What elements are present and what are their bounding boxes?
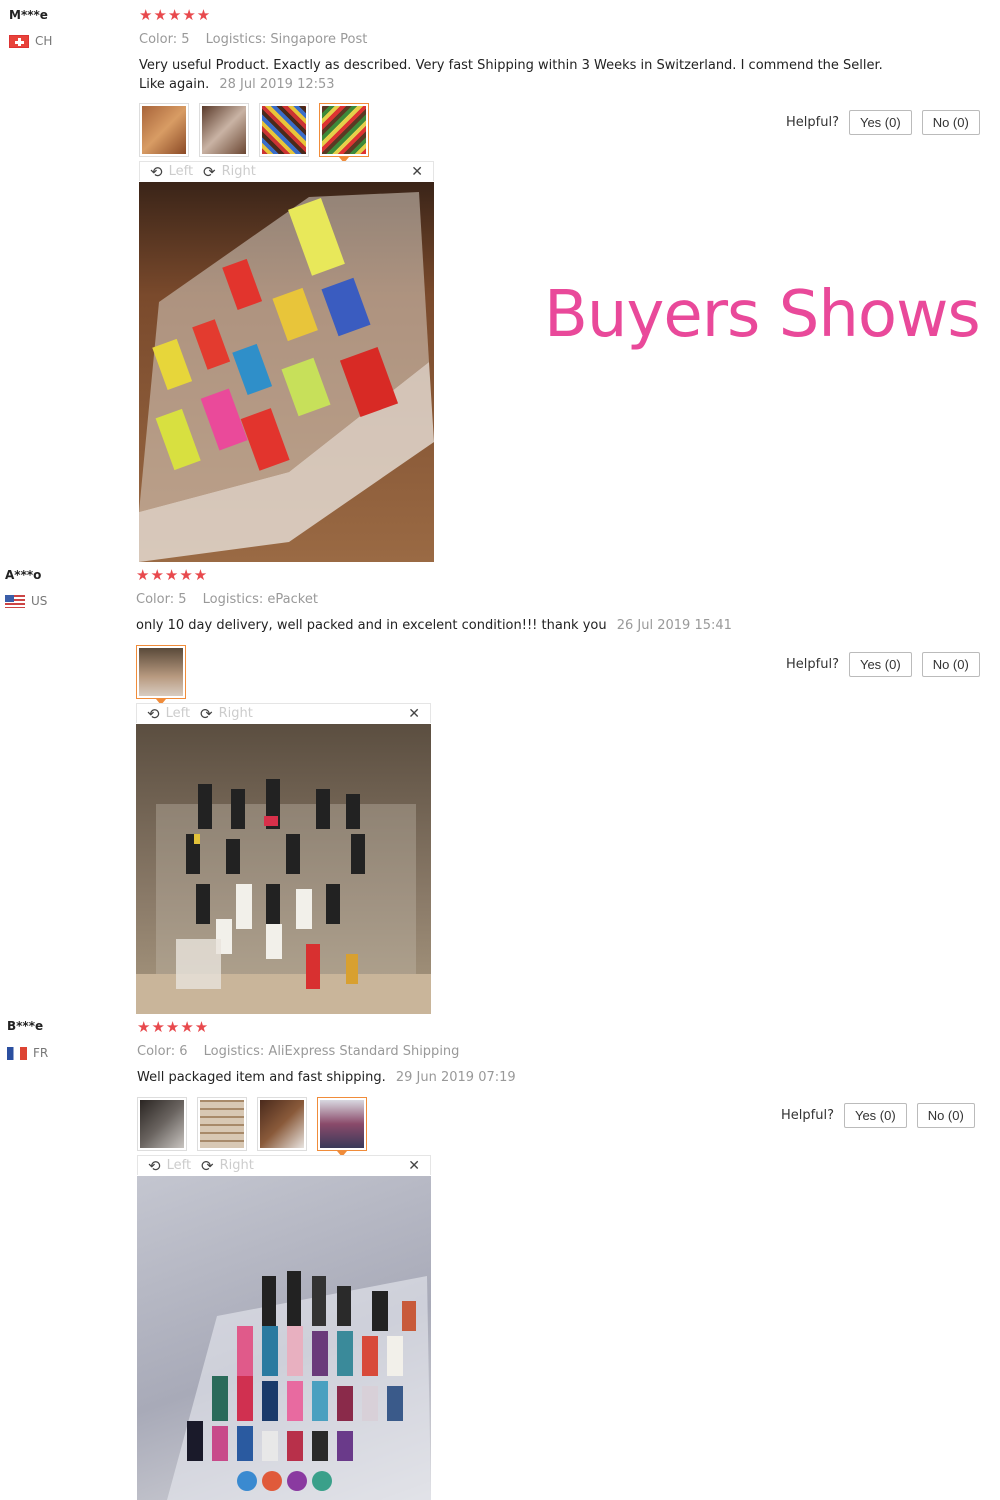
logistics-value: Singapore Post (270, 32, 368, 47)
rotate-right-icon[interactable]: ⟳ (203, 163, 216, 181)
logistics-label: Logistics: (202, 592, 264, 607)
close-icon[interactable]: ✕ (408, 1158, 420, 1174)
color-value: 6 (179, 1044, 188, 1059)
review-photo (136, 724, 431, 1014)
review-date: 29 Jun 2019 07:19 (395, 1070, 516, 1085)
photo-viewer-toolbar: ⟲ Left ⟳ Right ✕ (136, 703, 431, 723)
photo-thumbnail[interactable] (197, 1097, 247, 1151)
reviewer-name: B***e (7, 1019, 44, 1033)
review-photo (137, 1176, 431, 1500)
photo-thumbnail-selected[interactable] (319, 103, 369, 163)
rotate-left-label[interactable]: Left (166, 706, 190, 721)
review-text-block: Well packaged item and fast shipping. 29… (137, 1068, 887, 1087)
photo-thumbnail[interactable] (139, 103, 189, 157)
rotate-left-label[interactable]: Left (167, 1158, 191, 1173)
helpful-no-button[interactable]: No (0) (921, 652, 980, 677)
close-icon[interactable]: ✕ (411, 164, 423, 180)
toy-cars-display-image (139, 192, 434, 562)
helpful-label: Helpful? (786, 115, 839, 130)
review-meta: Color: 6 Logistics: AliExpress Standard … (137, 1044, 471, 1059)
star-rating: ★★★★★ (137, 1018, 210, 1036)
photo-thumbnails (136, 645, 186, 705)
rotate-right-label[interactable]: Right (222, 164, 256, 179)
photo-thumbnail[interactable] (199, 103, 249, 157)
photo-thumbnail-selected[interactable] (317, 1097, 367, 1157)
review-text: Well packaged item and fast shipping. (137, 1070, 386, 1085)
helpful-section: Helpful? Yes (0) No (0) (786, 652, 980, 677)
helpful-label: Helpful? (781, 1108, 834, 1123)
helpful-label: Helpful? (786, 657, 839, 672)
rotate-right-label[interactable]: Right (220, 1158, 254, 1173)
review-photo (139, 182, 434, 562)
country-code: FR (33, 1046, 49, 1060)
nail-polish-rack-image (136, 779, 431, 1014)
rotate-left-label[interactable]: Left (169, 164, 193, 179)
photo-thumbnail[interactable] (257, 1097, 307, 1151)
review-text-block: only 10 day delivery, well packed and in… (136, 616, 886, 635)
helpful-section: Helpful? Yes (0) No (0) (786, 110, 980, 135)
country-code: CH (35, 34, 53, 48)
helpful-no-button[interactable]: No (0) (916, 1103, 975, 1128)
logistics-value: ePacket (267, 592, 318, 607)
reviewer-name: A***o (5, 568, 42, 582)
star-rating: ★★★★★ (139, 6, 212, 24)
close-icon[interactable]: ✕ (408, 706, 420, 722)
logistics-label: Logistics: (205, 32, 267, 47)
helpful-no-button[interactable]: No (0) (921, 110, 980, 135)
helpful-yes-button[interactable]: Yes (0) (848, 110, 912, 135)
reviewer-country: FR (7, 1046, 48, 1060)
photo-thumbnails (137, 1097, 367, 1157)
rotate-right-icon[interactable]: ⟳ (200, 705, 213, 723)
photo-thumbnail[interactable] (259, 103, 309, 157)
review-text-block: Very useful Product. Exactly as describe… (139, 56, 889, 94)
reviewer-country: US (5, 594, 47, 608)
review-date: 26 Jul 2019 15:41 (616, 618, 732, 633)
color-label: Color: (136, 592, 175, 607)
review-meta: Color: 5 Logistics: ePacket (136, 592, 330, 607)
color-value: 5 (178, 592, 187, 607)
reviewer-name: M***e (9, 8, 48, 22)
swiss-flag-icon (9, 34, 29, 48)
rotate-left-icon[interactable]: ⟲ (150, 163, 163, 181)
helpful-yes-button[interactable]: Yes (0) (843, 1103, 907, 1128)
color-label: Color: (137, 1044, 176, 1059)
rotate-left-icon[interactable]: ⟲ (148, 1157, 161, 1175)
review-meta: Color: 5 Logistics: Singapore Post (139, 32, 379, 47)
country-code: US (31, 594, 48, 608)
banner-title: Buyers Shows (544, 278, 981, 352)
reviewer-country: CH (9, 34, 52, 48)
logistics-label: Logistics: (203, 1044, 265, 1059)
review-date: 28 Jul 2019 12:53 (219, 77, 335, 92)
rotate-right-icon[interactable]: ⟳ (201, 1157, 214, 1175)
color-value: 5 (181, 32, 190, 47)
rotate-left-icon[interactable]: ⟲ (147, 705, 160, 723)
review-text: only 10 day delivery, well packed and in… (136, 618, 607, 633)
rotate-right-label[interactable]: Right (219, 706, 253, 721)
photo-viewer-toolbar: ⟲ Left ⟳ Right ✕ (139, 161, 434, 181)
us-flag-icon (5, 594, 25, 608)
photo-thumbnail[interactable] (137, 1097, 187, 1151)
helpful-section: Helpful? Yes (0) No (0) (781, 1103, 975, 1128)
logistics-value: AliExpress Standard Shipping (268, 1044, 460, 1059)
photo-viewer-toolbar: ⟲ Left ⟳ Right ✕ (137, 1155, 431, 1175)
france-flag-icon (7, 1046, 27, 1060)
helpful-yes-button[interactable]: Yes (0) (848, 652, 912, 677)
color-label: Color: (139, 32, 178, 47)
photo-thumbnails (139, 103, 369, 163)
photo-thumbnail-selected[interactable] (136, 645, 186, 705)
nail-polish-collection-image (167, 1271, 431, 1500)
star-rating: ★★★★★ (136, 566, 209, 584)
